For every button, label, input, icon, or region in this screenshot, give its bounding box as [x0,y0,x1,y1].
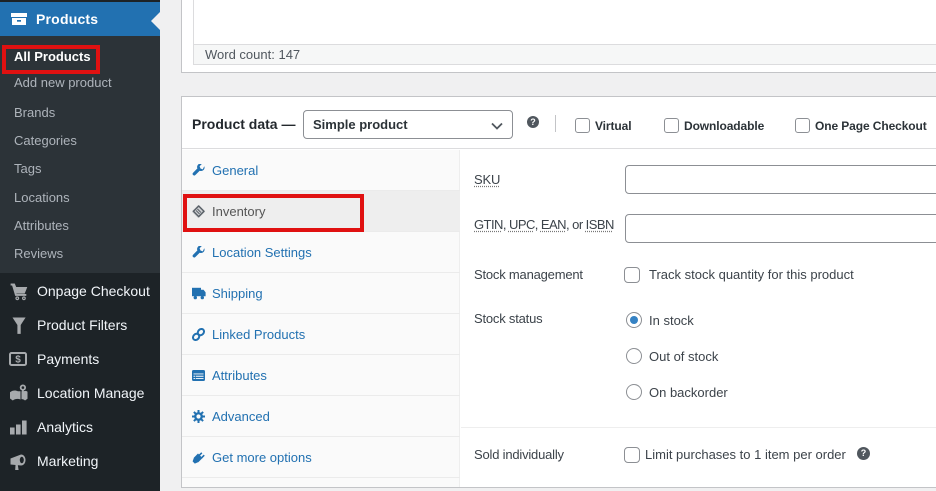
svg-text:$: $ [15,355,21,366]
